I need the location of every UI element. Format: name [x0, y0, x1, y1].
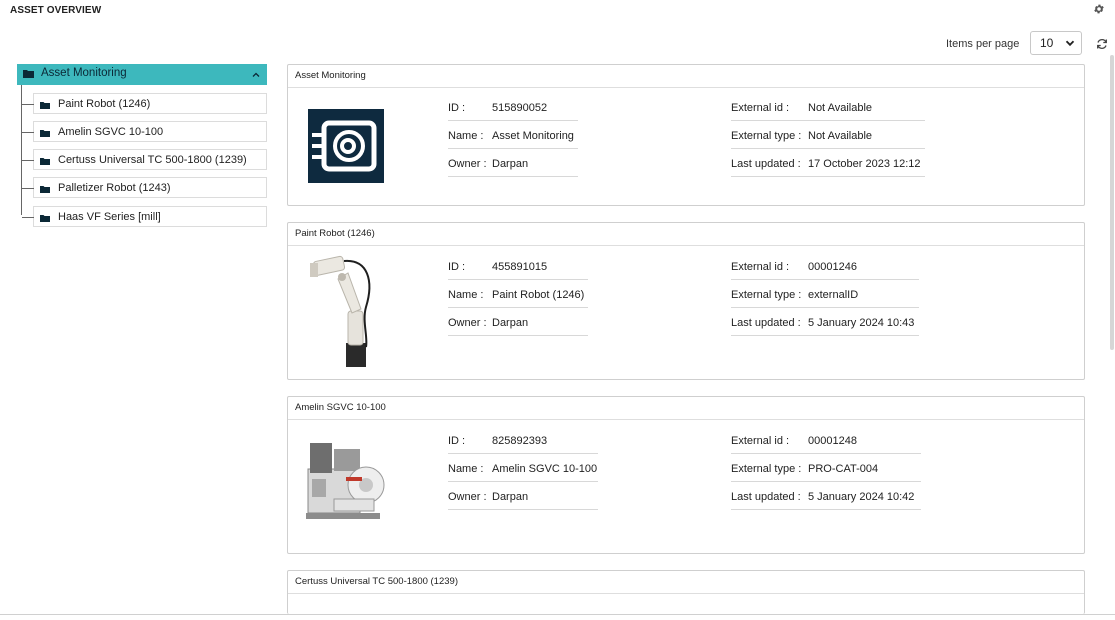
tree-connector [22, 104, 34, 105]
card-title: Paint Robot (1246) [288, 223, 1084, 246]
external-id-value: 00001246 [808, 261, 857, 273]
chevron-down-icon [1065, 37, 1075, 47]
paint-robot-photo [308, 251, 378, 369]
asset-monitoring-logo [308, 109, 384, 183]
id-value: 455891015 [492, 261, 548, 273]
field-owner: Owner : Darpan [448, 151, 578, 177]
external-type-value: Not Available [808, 130, 873, 142]
tree-item-label: Palletizer Robot (1243) [58, 182, 171, 194]
field-external-type: External type : externalID [731, 282, 919, 308]
owner-label: Owner : [448, 158, 487, 170]
items-per-page-value: 10 [1040, 36, 1054, 50]
external-id-label: External id : [731, 261, 790, 273]
external-type-label: External type : [731, 463, 802, 475]
tree-root-label: Asset Monitoring [41, 67, 127, 79]
chevron-up-icon[interactable] [252, 70, 260, 78]
id-label: ID : [448, 261, 466, 273]
id-label: ID : [448, 435, 466, 447]
tree-item-label: Certuss Universal TC 500-1800 (1239) [58, 154, 247, 166]
tree-connector [22, 188, 34, 189]
last-updated-label: Last updated : [731, 158, 801, 170]
id-value: 825892393 [492, 435, 548, 447]
field-last-updated: Last updated : 5 January 2024 10:42 [731, 484, 921, 510]
folder-icon [23, 69, 34, 78]
tree-connector [22, 132, 34, 133]
items-per-page-label: Items per page [946, 38, 1020, 50]
tree-item-certuss[interactable]: Certuss Universal TC 500-1800 (1239) [22, 149, 267, 170]
external-id-value: Not Available [808, 102, 873, 114]
field-external-id: External id : 00001246 [731, 254, 919, 280]
external-id-label: External id : [731, 102, 790, 114]
external-id-value: 00001248 [808, 435, 857, 447]
folder-icon [40, 184, 50, 193]
divider [0, 614, 1115, 615]
external-type-value: PRO-CAT-004 [808, 463, 879, 475]
name-value: Asset Monitoring [492, 130, 574, 142]
asset-card[interactable]: Paint Robot (1246) ID : 455891015 Name :… [287, 222, 1085, 380]
owner-value: Darpan [492, 158, 529, 170]
owner-value: Darpan [492, 491, 529, 503]
name-label: Name : [448, 289, 484, 301]
card-title: Amelin SGVC 10-100 [288, 397, 1084, 420]
last-updated-value: 17 October 2023 12:12 [808, 158, 921, 170]
field-name: Name : Paint Robot (1246) [448, 282, 588, 308]
field-id: ID : 515890052 [448, 95, 578, 121]
tree-item-haas[interactable]: Haas VF Series [mill] [22, 206, 267, 227]
page-title: ASSET OVERVIEW [10, 5, 102, 16]
owner-label: Owner : [448, 317, 487, 329]
tree-root-asset-monitoring[interactable]: Asset Monitoring [17, 64, 267, 85]
external-type-label: External type : [731, 289, 802, 301]
folder-icon [40, 128, 50, 137]
card-title: Certuss Universal TC 500-1800 (1239) [288, 571, 1084, 594]
id-value: 515890052 [492, 102, 548, 114]
last-updated-label: Last updated : [731, 317, 801, 329]
id-label: ID : [448, 102, 466, 114]
name-label: Name : [448, 130, 484, 142]
field-external-type: External type : Not Available [731, 123, 925, 149]
field-id: ID : 825892393 [448, 428, 598, 454]
gear-icon[interactable] [1093, 3, 1105, 15]
tree-item-amelin[interactable]: Amelin SGVC 10-100 [22, 121, 267, 142]
asset-card[interactable]: Amelin SGVC 10-100 ID : 825892393 Name :… [287, 396, 1085, 554]
field-owner: Owner : Darpan [448, 484, 598, 510]
tree-item-palletizer[interactable]: Palletizer Robot (1243) [22, 177, 267, 198]
asset-card[interactable]: Asset Monitoring ID : 515890052 Name : A… [287, 64, 1085, 206]
field-last-updated: Last updated : 17 October 2023 12:12 [731, 151, 925, 177]
field-external-id: External id : 00001248 [731, 428, 921, 454]
field-last-updated: Last updated : 5 January 2024 10:43 [731, 310, 919, 336]
name-label: Name : [448, 463, 484, 475]
field-name: Name : Asset Monitoring [448, 123, 578, 149]
owner-label: Owner : [448, 491, 487, 503]
name-value: Amelin SGVC 10-100 [492, 463, 598, 475]
name-value: Paint Robot (1246) [492, 289, 585, 301]
last-updated-value: 5 January 2024 10:42 [808, 491, 915, 503]
folder-icon [40, 213, 50, 222]
tree-item-label: Amelin SGVC 10-100 [58, 126, 164, 138]
field-owner: Owner : Darpan [448, 310, 588, 336]
amelin-machine-photo [304, 439, 388, 525]
scrollbar[interactable] [1110, 55, 1114, 350]
asset-overview-page: ASSET OVERVIEW Items per page 10 Asset M… [0, 0, 1115, 620]
tree-item-label: Haas VF Series [mill] [58, 211, 161, 223]
last-updated-label: Last updated : [731, 491, 801, 503]
field-id: ID : 455891015 [448, 254, 588, 280]
folder-icon [40, 100, 50, 109]
owner-value: Darpan [492, 317, 529, 329]
field-external-id: External id : Not Available [731, 95, 925, 121]
field-name: Name : Amelin SGVC 10-100 [448, 456, 598, 482]
field-external-type: External type : PRO-CAT-004 [731, 456, 921, 482]
external-type-label: External type : [731, 130, 802, 142]
tree-connector [22, 217, 34, 218]
tree-item-paint-robot[interactable]: Paint Robot (1246) [22, 93, 267, 114]
external-type-value: externalID [808, 289, 859, 301]
folder-icon [40, 156, 50, 165]
items-per-page-select[interactable]: 10 [1030, 31, 1082, 55]
last-updated-value: 5 January 2024 10:43 [808, 317, 915, 329]
external-id-label: External id : [731, 435, 790, 447]
refresh-icon[interactable] [1096, 37, 1108, 50]
asset-card[interactable]: Certuss Universal TC 500-1800 (1239) [287, 570, 1085, 614]
tree-item-label: Paint Robot (1246) [58, 98, 151, 110]
tree-connector [22, 160, 34, 161]
card-title: Asset Monitoring [288, 65, 1084, 88]
